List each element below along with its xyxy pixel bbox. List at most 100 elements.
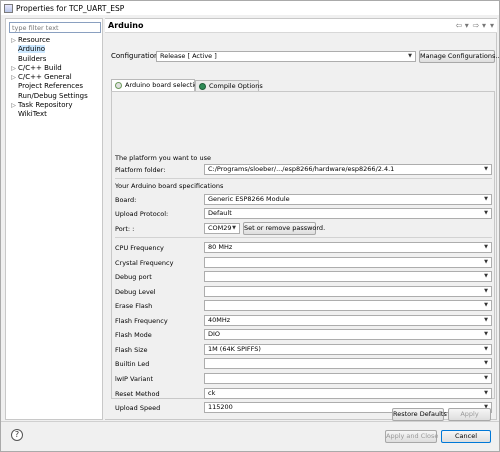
option-select[interactable]: 1M (64K SPIFFS) ▼ bbox=[204, 343, 492, 355]
restore-defaults-button[interactable]: Restore Defaults bbox=[392, 408, 447, 421]
option-label: Flash Size bbox=[115, 345, 148, 354]
port-label: Port: : bbox=[115, 225, 135, 233]
option-select[interactable]: DIO ▼ bbox=[204, 329, 492, 341]
chevron-right-icon[interactable]: ▷ bbox=[9, 73, 18, 82]
option-value: 1M (64K SPIFFS) bbox=[208, 344, 261, 353]
nav-buttons: ⇦ ▾ ⇨ ▾ ▾ bbox=[455, 21, 494, 30]
view-menu-icon[interactable]: ▾ bbox=[490, 21, 494, 30]
option-label: Flash Frequency bbox=[115, 316, 168, 325]
option-label: CPU Frequency bbox=[115, 244, 164, 252]
option-label: Flash Mode bbox=[115, 331, 152, 340]
option-value: 40MHz bbox=[208, 315, 231, 324]
divider bbox=[115, 237, 492, 238]
chevron-down-icon: ▼ bbox=[484, 331, 488, 338]
chevron-down-icon: ▼ bbox=[484, 302, 488, 309]
forward-arrow-icon[interactable]: ⇨ ▾ bbox=[473, 21, 486, 30]
chevron-down-icon: ▼ bbox=[484, 210, 488, 216]
sidebar-item-label: Arduino bbox=[18, 45, 46, 54]
set-password-button[interactable]: Set or remove password. bbox=[243, 222, 325, 235]
sidebar-item-label: Task Repository bbox=[18, 101, 73, 110]
sidebar-item[interactable]: Run/Debug Settings bbox=[9, 92, 103, 101]
title-bar[interactable]: Properties for TCP_UART_ESP bbox=[1, 1, 499, 15]
option-select[interactable]: 40MHz ▼ bbox=[204, 314, 492, 326]
platform-folder-select[interactable]: C:/Programs/sloeber/.../esp8266/hardware… bbox=[204, 164, 492, 175]
sidebar-item[interactable]: Project References bbox=[9, 82, 103, 91]
footer-divider bbox=[1, 421, 499, 422]
sidebar-item-label: C/C++ Build bbox=[18, 63, 62, 72]
content-pane: Arduino ⇦ ▾ ⇨ ▾ ▾ Configuration: Release… bbox=[105, 18, 500, 421]
apply-button[interactable]: Apply bbox=[448, 408, 491, 421]
apply-and-close-button[interactable]: Apply and Close bbox=[385, 430, 438, 443]
chevron-down-icon: ▼ bbox=[484, 374, 488, 381]
option-select[interactable]: ▼ bbox=[204, 358, 492, 370]
option-select[interactable]: ck ▼ bbox=[204, 387, 492, 399]
help-icon[interactable]: ? bbox=[11, 429, 23, 441]
category-tree: ▷ Resource Arduino Builders ▷ C/C++ Build ▷ C/C… bbox=[9, 36, 103, 120]
window-title: Properties for TCP_UART_ESP bbox=[16, 3, 125, 13]
configuration-select[interactable]: Release [ Active ] ▼ bbox=[156, 51, 416, 62]
sidebar-item[interactable]: ▷ Task Repository bbox=[9, 101, 103, 110]
board-selection-panel: The platform you want to use Platform fo… bbox=[111, 91, 495, 414]
manage-configurations-button[interactable]: Manage Configurations... bbox=[419, 50, 500, 63]
sidebar-item-label: WikiText bbox=[18, 110, 47, 119]
option-label: Upload Speed bbox=[115, 404, 161, 413]
filter-input[interactable] bbox=[9, 22, 101, 33]
option-value: 80 MHz bbox=[208, 243, 233, 251]
configuration-row: Configuration: Release [ Active ] ▼ Mana… bbox=[111, 50, 500, 63]
chevron-down-icon: ▼ bbox=[484, 196, 488, 202]
option-select[interactable]: ▼ bbox=[204, 256, 492, 268]
tab-arduino-board-selection[interactable]: Arduino board selection bbox=[111, 79, 202, 91]
sidebar-item-label: Run/Debug Settings bbox=[18, 91, 88, 100]
option-label: Crystal Frequency bbox=[115, 258, 174, 267]
upload-protocol-label: Upload Protocol: bbox=[115, 210, 169, 218]
configuration-label: Configuration: bbox=[111, 52, 161, 60]
option-select[interactable]: ▼ bbox=[204, 372, 492, 384]
chevron-down-icon: ▼ bbox=[232, 225, 236, 231]
back-arrow-icon[interactable]: ⇦ ▾ bbox=[455, 21, 468, 30]
chevron-down-icon: ▼ bbox=[484, 273, 488, 280]
upload-protocol-select[interactable]: Default ▼ bbox=[204, 208, 492, 219]
option-value: ck bbox=[208, 388, 216, 397]
platform-folder-value: C:/Programs/sloeber/.../esp8266/hardware… bbox=[208, 165, 395, 173]
option-select[interactable]: ▼ bbox=[204, 300, 492, 312]
option-label: Debug port bbox=[115, 273, 152, 282]
chevron-down-icon: ▼ bbox=[484, 287, 488, 294]
chevron-down-icon: ▼ bbox=[484, 345, 488, 352]
chevron-right-icon[interactable]: ▷ bbox=[9, 36, 18, 45]
board-label: Board: bbox=[115, 196, 137, 204]
option-select[interactable]: ▼ bbox=[204, 285, 492, 297]
sidebar-item[interactable]: ▷ C/C++ Build bbox=[9, 64, 103, 73]
option-label: Builtin Led bbox=[115, 360, 150, 369]
option-value: DIO bbox=[208, 330, 221, 339]
platform-folder-label: Platform folder: bbox=[115, 166, 166, 174]
page-header: Arduino ⇦ ▾ ⇨ ▾ ▾ bbox=[105, 19, 497, 33]
tab-compile-options[interactable]: Compile Options bbox=[195, 80, 263, 91]
board-select[interactable]: Generic ESP8266 Module ▼ bbox=[204, 194, 492, 205]
option-label: Erase Flash bbox=[115, 302, 153, 311]
option-label: Debug Level bbox=[115, 287, 156, 296]
cancel-button[interactable]: Cancel bbox=[441, 430, 491, 443]
chevron-down-icon: ▼ bbox=[408, 53, 412, 59]
sidebar-item[interactable]: Arduino bbox=[9, 45, 103, 54]
sidebar-item[interactable]: ▷ C/C++ General bbox=[9, 73, 103, 82]
configuration-value: Release [ Active ] bbox=[160, 52, 217, 60]
specifications-heading: Your Arduino board specifications bbox=[115, 182, 224, 190]
sidebar-item-label: Resource bbox=[18, 36, 51, 44]
compile-tab-icon bbox=[199, 83, 206, 90]
chevron-down-icon: ▼ bbox=[484, 316, 488, 323]
option-label: Reset Method bbox=[115, 389, 160, 398]
option-select[interactable]: ▼ bbox=[204, 271, 492, 283]
sidebar-item[interactable]: Builders bbox=[9, 55, 103, 64]
option-select[interactable]: 80 MHz ▼ bbox=[204, 242, 492, 253]
upload-protocol-value: Default bbox=[208, 209, 232, 217]
platform-heading: The platform you want to use bbox=[115, 154, 211, 162]
sidebar-item-label: Builders bbox=[18, 54, 47, 63]
chevron-down-icon: ▼ bbox=[484, 166, 488, 172]
chevron-right-icon[interactable]: ▷ bbox=[9, 64, 18, 73]
chevron-down-icon: ▼ bbox=[484, 258, 488, 265]
port-select[interactable]: COM29 ▼ bbox=[204, 223, 240, 234]
sidebar-item[interactable]: WikiText bbox=[9, 110, 103, 119]
chevron-right-icon[interactable]: ▷ bbox=[9, 101, 18, 110]
eclipse-app-icon bbox=[4, 3, 13, 13]
sidebar-item[interactable]: ▷ Resource bbox=[9, 36, 103, 45]
